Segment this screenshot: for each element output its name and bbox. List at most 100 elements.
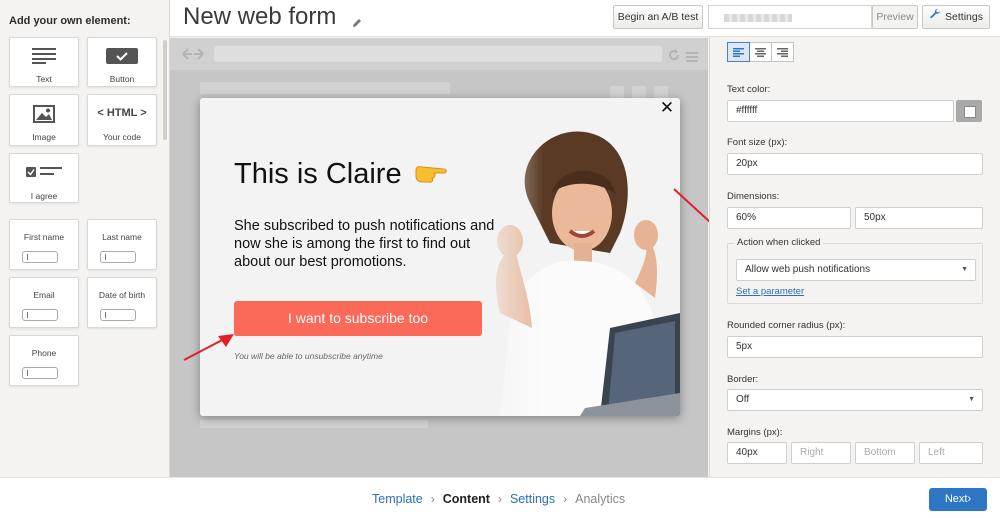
footer-bar: Template › Content › Settings › Analytic… [0, 477, 1000, 518]
alignment-buttons [727, 42, 794, 62]
ghost-block [200, 82, 450, 94]
menu-icon [686, 49, 698, 67]
subscribe-button[interactable]: I want to subscribe too [234, 301, 482, 336]
email-field-tile[interactable]: Email [9, 277, 79, 328]
radius-input[interactable]: 5px [727, 336, 983, 358]
next-button[interactable]: Next› [929, 488, 987, 511]
page-title: New web form [183, 3, 337, 30]
checkbox-lines-icon [10, 166, 78, 178]
ghost-block [200, 420, 428, 428]
pointing-hand-icon [414, 160, 448, 191]
text-lines-icon [10, 48, 78, 64]
mini-input-icon [100, 309, 136, 321]
height-input[interactable]: 50px [855, 207, 983, 229]
element-sidebar: Add your own element: Text Button Image … [0, 0, 170, 477]
action-fieldset: Action when clicked Allow web push notif… [727, 237, 983, 304]
field-label: Phone [31, 348, 57, 358]
align-center-button[interactable] [749, 42, 772, 62]
wizard-steps: Template › Content › Settings › Analytic… [372, 492, 625, 506]
code-element-tile[interactable]: < HTML > Your code [87, 94, 157, 146]
align-left-button[interactable] [727, 42, 750, 62]
step-analytics[interactable]: Analytics [575, 492, 625, 506]
margins-label: Margins (px): [727, 427, 783, 438]
first-name-field-tile[interactable]: First name [9, 219, 79, 270]
button-element-tile[interactable]: Button [87, 37, 157, 87]
close-icon[interactable]: ✕ [658, 98, 676, 118]
margin-left-input[interactable]: Left [919, 442, 983, 464]
sidebar-title: Add your own element: [9, 15, 131, 27]
image-element-tile[interactable]: Image [9, 94, 79, 146]
chevron-right-icon: › [967, 493, 972, 505]
pencil-icon[interactable] [352, 15, 362, 33]
code-element-label: Your code [103, 132, 141, 142]
width-input[interactable]: 60% [727, 207, 851, 229]
popup-title: This is Claire [234, 158, 402, 190]
reload-icon [668, 48, 680, 66]
color-swatch[interactable] [956, 100, 982, 122]
text-color-input[interactable]: #ffffff [727, 100, 954, 122]
nav-arrows-icon [182, 47, 204, 66]
chevron-right-icon: › [563, 492, 568, 506]
border-label: Border: [727, 374, 759, 385]
font-size-input[interactable]: 20px [727, 153, 983, 175]
step-settings[interactable]: Settings [510, 492, 555, 506]
sidebar-scrollbar[interactable] [163, 40, 167, 140]
text-element-label: Text [36, 74, 52, 84]
field-label: First name [23, 232, 65, 242]
mini-input-icon [22, 251, 58, 263]
preview-canvas: ✕ This is Claire She subscribed to push … [170, 38, 708, 477]
wrench-icon [929, 6, 941, 28]
chevron-right-icon: › [430, 492, 435, 506]
set-parameter-link[interactable]: Set a parameter [736, 286, 804, 297]
radius-label: Rounded corner radius (px): [727, 320, 846, 331]
border-select[interactable]: Off ▼ [727, 389, 983, 411]
margin-right-input[interactable]: Right [791, 442, 851, 464]
annotation-arrow-icon [183, 334, 234, 361]
ab-test-button[interactable]: Begin an A/B test [613, 5, 703, 29]
button-check-icon [88, 48, 156, 64]
properties-panel: Text color: #ffffff Font size (px): 20px… [709, 37, 1000, 477]
action-select-value: Allow web push notifications [745, 264, 871, 275]
next-label: Next [944, 493, 968, 505]
mini-input-icon [22, 309, 58, 321]
field-label: Date of birth [98, 290, 146, 300]
date-of-birth-field-tile[interactable]: Date of birth [87, 277, 157, 328]
field-label: Email [33, 290, 55, 300]
field-label: Last name [102, 232, 142, 242]
margin-bottom-input[interactable]: Bottom [855, 442, 915, 464]
html-icon: < HTML > [97, 107, 147, 119]
font-size-label: Font size (px): [727, 137, 788, 148]
phone-field-tile[interactable]: Phone [9, 335, 79, 386]
header-bar: New web form Begin an A/B test Preview S… [170, 0, 1000, 37]
mini-input-icon [100, 251, 136, 263]
image-icon [10, 105, 78, 123]
last-name-field-tile[interactable]: Last name [87, 219, 157, 270]
step-template[interactable]: Template [372, 492, 423, 506]
chevron-down-icon: ▼ [968, 396, 975, 403]
blurred-url [724, 14, 792, 22]
button-element-label: Button [109, 74, 135, 84]
text-color-label: Text color: [727, 84, 771, 95]
popup-preview[interactable]: ✕ This is Claire She subscribed to push … [200, 98, 680, 416]
agree-element-label: I agree [30, 191, 58, 201]
mock-browser-bar [170, 38, 708, 70]
chevron-down-icon: ▼ [961, 266, 968, 273]
image-element-label: Image [32, 132, 56, 142]
align-right-button[interactable] [771, 42, 794, 62]
text-element-tile[interactable]: Text [9, 37, 79, 87]
preview-url-field[interactable] [708, 5, 872, 29]
mock-url-bar [214, 46, 662, 62]
settings-button[interactable]: Settings [922, 5, 990, 29]
step-content[interactable]: Content [443, 492, 490, 506]
agree-element-tile[interactable]: I agree [9, 153, 79, 203]
unsubscribe-note: You will be able to unsubscribe anytime [234, 351, 383, 361]
dimensions-label: Dimensions: [727, 191, 780, 202]
action-label: Action when clicked [734, 237, 824, 248]
action-select[interactable]: Allow web push notifications ▼ [736, 259, 976, 281]
mini-input-icon [22, 367, 58, 379]
web-form-editor: Add your own element: Text Button Image … [0, 0, 1000, 518]
settings-label: Settings [945, 11, 983, 23]
margin-top-input[interactable]: 40px [727, 442, 787, 464]
popup-body-text: She subscribed to push notifications and… [234, 218, 495, 270]
preview-button[interactable]: Preview [872, 5, 918, 29]
